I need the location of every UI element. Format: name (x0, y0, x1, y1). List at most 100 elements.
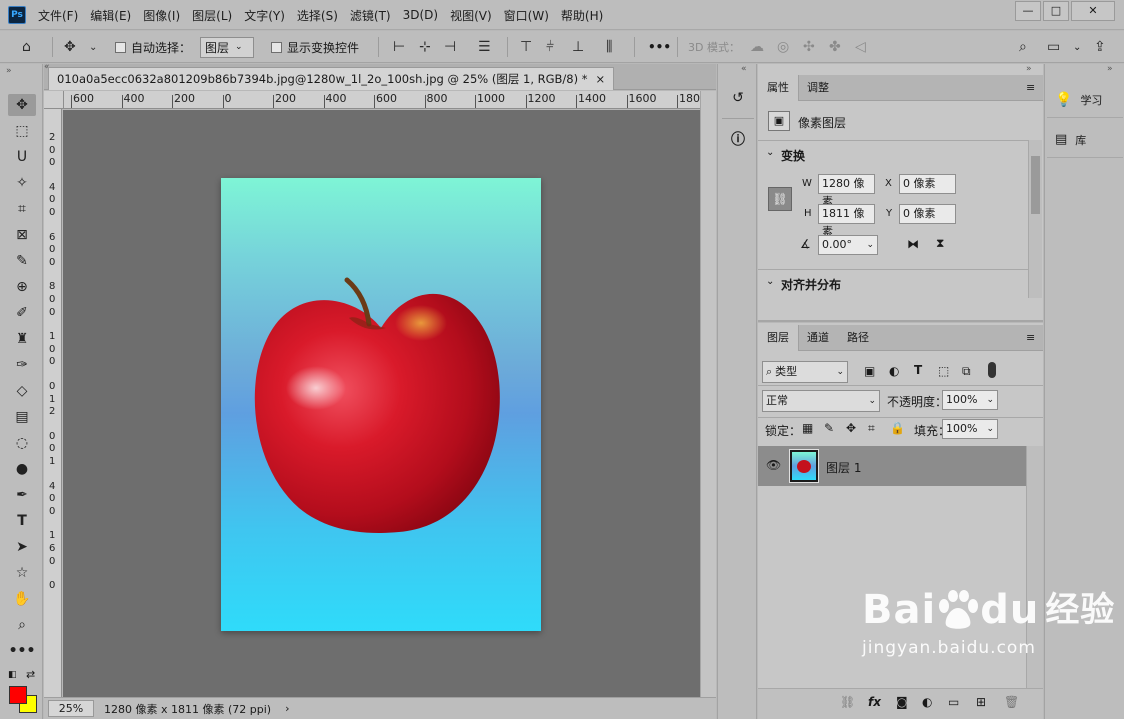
height-field[interactable]: 1811 像素 (818, 204, 875, 238)
magic-wand-tool-icon[interactable]: ✧ (8, 172, 36, 194)
show-transform-checkbox[interactable] (271, 41, 282, 53)
horizontal-ruler[interactable]: 600 400 200 0 200 400 600 800 1000 1200 1400 1600 18… (64, 91, 700, 109)
share-icon[interactable]: ⇪ (1094, 31, 1106, 63)
distribute-v-icon[interactable]: ⫼ (606, 31, 612, 63)
home-icon[interactable]: ⌂ (22, 31, 31, 63)
filter-pixel-icon[interactable]: ▣ (864, 364, 875, 378)
history-panel-icon[interactable]: ↺ (726, 86, 750, 110)
move-tool-icon[interactable]: ✥ (8, 94, 36, 116)
link-layers-icon[interactable]: ⛓ (840, 695, 855, 709)
close-button[interactable]: ✕ (1071, 1, 1115, 21)
eye-icon[interactable]: 👁 (766, 458, 781, 472)
align-top-icon[interactable]: ⊤ (520, 31, 532, 63)
close-tab-icon[interactable]: × (596, 68, 606, 90)
tab-layers[interactable]: 图层 (758, 325, 799, 351)
lock-transparency-icon[interactable]: ▦ (802, 421, 813, 435)
tab-channels[interactable]: 通道 (798, 325, 838, 351)
add-mask-icon[interactable]: ◙ (896, 695, 908, 709)
menu-image[interactable]: 图像(I) (143, 7, 180, 24)
menu-layer[interactable]: 图层(L) (192, 7, 232, 24)
lock-artboard-icon[interactable]: ⌗ (868, 421, 875, 436)
move-tool-icon[interactable]: ✥ (64, 31, 76, 63)
chevron-down-icon[interactable]: ⌄ (766, 276, 774, 287)
fill-field[interactable]: 100% ⌄ (942, 419, 998, 439)
menu-3d[interactable]: 3D(D) (403, 8, 438, 22)
layer-row[interactable]: 👁 图层 1 (758, 446, 1026, 486)
more-options-button[interactable]: ••• (648, 31, 671, 63)
panel-menu-icon[interactable]: ≡ (1026, 331, 1035, 344)
align-center-h-icon[interactable]: ⊹ (419, 31, 431, 63)
transform-section-title[interactable]: 变换 (781, 147, 805, 164)
info-panel-icon[interactable]: ⓘ (726, 128, 750, 152)
chevron-down-icon[interactable]: ⌄ (1073, 31, 1081, 63)
filter-shape-icon[interactable]: ⬚ (938, 364, 949, 378)
opacity-field[interactable]: 100% ⌄ (942, 390, 998, 410)
learn-panel-button[interactable]: 💡 学习 (1047, 82, 1123, 118)
pen-tool-icon[interactable]: ✒ (8, 484, 36, 506)
align-right-icon[interactable]: ⊣ (444, 31, 456, 63)
align-left-icon[interactable]: ⊢ (393, 31, 405, 63)
collapse-icon[interactable]: » (1026, 64, 1032, 74)
path-selection-tool-icon[interactable]: ➤ (8, 536, 36, 558)
menu-filter[interactable]: 滤镜(T) (350, 7, 391, 24)
collapse-icon[interactable]: « (741, 64, 747, 74)
vertical-ruler[interactable]: 2004006008001000120014001600 (44, 109, 62, 697)
filter-adjustment-icon[interactable]: ◐ (889, 364, 899, 378)
adjustment-layer-icon[interactable]: ◐ (922, 695, 932, 709)
lasso-tool-icon[interactable]: ᑌ (8, 146, 36, 168)
blur-tool-icon[interactable]: ◌ (8, 432, 36, 454)
menu-type[interactable]: 文字(Y) (244, 7, 285, 24)
document-tab[interactable]: 010a0a5ecc0632a801209b86b7394b.jpg@1280w… (48, 67, 615, 90)
brush-tool-icon[interactable]: ✐ (8, 302, 36, 324)
menu-view[interactable]: 视图(V) (450, 7, 492, 24)
menu-edit[interactable]: 编辑(E) (90, 7, 131, 24)
tab-adjustments[interactable]: 调整 (798, 75, 838, 101)
new-layer-icon[interactable]: ⊞ (976, 695, 986, 709)
link-icon[interactable]: ⛓ (768, 187, 792, 211)
delete-layer-icon[interactable]: 🗑 (1004, 695, 1019, 709)
flip-horizontal-icon[interactable]: ⧓ (907, 237, 919, 251)
eraser-tool-icon[interactable]: ◇ (8, 380, 36, 402)
layer-name[interactable]: 图层 1 (826, 459, 861, 476)
gradient-tool-icon[interactable]: ▤ (8, 406, 36, 428)
auto-select-target-select[interactable]: 图层 ⌄ (200, 36, 254, 58)
search-icon[interactable]: ⌕ (1019, 31, 1027, 63)
eyedropper-tool-icon[interactable]: ✎ (8, 250, 36, 272)
align-middle-v-icon[interactable]: ⫩ (546, 31, 554, 63)
maximize-button[interactable]: □ (1043, 1, 1069, 21)
menu-select[interactable]: 选择(S) (297, 7, 338, 24)
foreground-color-swatch[interactable] (9, 686, 27, 704)
align-bottom-icon[interactable]: ⊥ (572, 31, 584, 63)
crop-tool-icon[interactable]: ⌗ (8, 198, 36, 220)
tab-properties[interactable]: 属性 (758, 75, 799, 101)
status-menu-arrow[interactable]: › (285, 702, 289, 715)
auto-select-checkbox[interactable] (115, 41, 126, 53)
shape-tool-icon[interactable]: ☆ (8, 562, 36, 584)
properties-scrollbar[interactable] (1028, 140, 1042, 298)
menu-help[interactable]: 帮助(H) (561, 7, 603, 24)
history-brush-tool-icon[interactable]: ✑ (8, 354, 36, 376)
y-field[interactable]: 0 像素 (899, 204, 956, 224)
document-image[interactable] (221, 178, 541, 631)
flip-vertical-icon[interactable]: ⧗ (936, 236, 944, 251)
layer-filter-select[interactable]: ⌕ 类型 ⌄ (762, 361, 848, 383)
layer-style-button[interactable]: fx (868, 695, 881, 709)
edit-toolbar-icon[interactable]: ••• (8, 640, 36, 662)
new-group-icon[interactable]: ▭ (948, 695, 959, 709)
collapse-icon[interactable]: » (1107, 64, 1113, 74)
marquee-tool-icon[interactable]: ⬚ (8, 120, 36, 142)
hand-tool-icon[interactable]: ✋ (8, 588, 36, 610)
collapse-icon[interactable]: » (6, 66, 12, 76)
filter-type-icon[interactable]: T (914, 363, 922, 377)
menu-file[interactable]: 文件(F) (38, 7, 78, 24)
ruler-origin[interactable] (44, 91, 64, 109)
zoom-tool-icon[interactable]: ⌕ (8, 614, 36, 636)
minimize-button[interactable]: — (1015, 1, 1041, 21)
tab-paths[interactable]: 路径 (838, 325, 878, 351)
width-field[interactable]: 1280 像素 (818, 174, 875, 208)
clone-stamp-tool-icon[interactable]: ♜ (8, 328, 36, 350)
panel-menu-icon[interactable]: ≡ (1026, 81, 1035, 94)
workspace-icon[interactable]: ▭ (1047, 31, 1060, 63)
swap-colors-icon[interactable]: ⇄ (26, 668, 35, 681)
distribute-h-icon[interactable]: ☰ (478, 31, 491, 63)
